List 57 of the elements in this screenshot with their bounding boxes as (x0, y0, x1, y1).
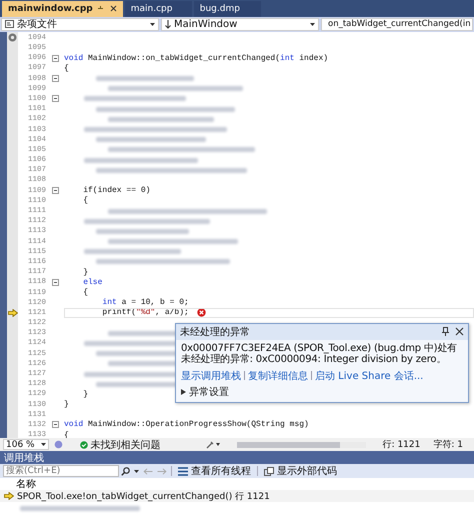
dropdown-arrow-icon (150, 22, 155, 26)
toolbar-button[interactable]: 显示外部代码 (262, 464, 339, 478)
file-icon (5, 20, 14, 28)
dropdown-arrow-icon (310, 22, 315, 26)
collapse-icon[interactable] (52, 75, 58, 82)
exception-message: 0x00007FF7C3EF24EA (SPOR_Tool.exe) (bug.dmp 中)处有未经处理的异常: 0xC0000094: Integer division by zero。 (180, 342, 458, 367)
popup-link[interactable]: 显示调用堆栈 (181, 368, 241, 383)
current-frame-arrow-icon (4, 492, 14, 500)
close-icon[interactable] (455, 327, 464, 336)
settings-icon[interactable] (8, 32, 17, 42)
collapse-icon[interactable] (52, 278, 58, 286)
editor-tab[interactable]: mainwindow.cpp (2, 0, 123, 17)
member-dropdown[interactable]: on_tabWidget_currentChanged(in (321, 18, 473, 31)
line-position: 行: 1121 (382, 439, 420, 452)
collapse-icon[interactable] (52, 54, 58, 62)
code-line: void MainWindow::on_tabWidget_currentChanged(int index) (64, 54, 328, 63)
code-line: if(index == 0) (82, 186, 150, 196)
pin-icon[interactable] (442, 327, 449, 336)
char-position: 字符: 1 (433, 438, 463, 452)
arrow-down-icon (165, 20, 171, 29)
code-line: } (82, 268, 88, 277)
popup-link[interactable]: 复制详细信息 (248, 368, 308, 383)
current-line-arrow-icon (8, 308, 18, 317)
panel-title: 调用堆栈 (4, 452, 44, 465)
stack-frame-row[interactable]: SPOR_Tool.exe!on_tabWidget_currentChanged() 行 1121 (0, 490, 474, 502)
code-line: else (82, 278, 102, 287)
code-line: } (64, 400, 69, 410)
dropdown-arrow-icon[interactable] (134, 470, 139, 473)
toolbar-button[interactable]: 查看所有线程 (176, 464, 253, 478)
editor-tab[interactable]: bug.dmp (194, 0, 261, 17)
issues-status[interactable]: 未找到相关问题 (80, 438, 161, 452)
issues-text: 未找到相关问题 (90, 438, 161, 452)
zoom-dropdown[interactable]: 106 % (3, 439, 49, 450)
threads-icon (178, 466, 188, 476)
code-line: { (64, 430, 69, 438)
code-line: { (82, 288, 88, 298)
popup-link[interactable]: 启动 Live Share 会话... (315, 368, 424, 383)
search-icon (121, 466, 130, 476)
brush-icon[interactable] (206, 440, 220, 450)
editor-tab[interactable]: main.cpp (124, 0, 192, 17)
column-header: 名称 (16, 478, 36, 492)
code-line: int a = 10, b = 0; (101, 298, 189, 308)
check-circle-icon (80, 440, 88, 449)
external-code-icon (264, 466, 274, 476)
exception-settings-toggle[interactable]: 异常设置 (176, 384, 468, 402)
class-dropdown[interactable]: MainWindow (161, 18, 319, 31)
collapse-icon[interactable] (52, 421, 58, 428)
close-icon[interactable] (110, 5, 117, 12)
code-line: void MainWindow::OperationProgressShow(QString msg) (64, 420, 309, 430)
popup-title: 未经处理的异常 (180, 326, 250, 339)
dropdown-arrow-icon (40, 443, 46, 446)
code-line: } (82, 390, 88, 399)
code-line: { (82, 196, 88, 206)
horizontal-scrollbar[interactable] (236, 442, 366, 448)
code-line: { (64, 64, 69, 73)
collapse-icon[interactable] (52, 95, 58, 102)
collapse-icon[interactable] (52, 187, 58, 194)
